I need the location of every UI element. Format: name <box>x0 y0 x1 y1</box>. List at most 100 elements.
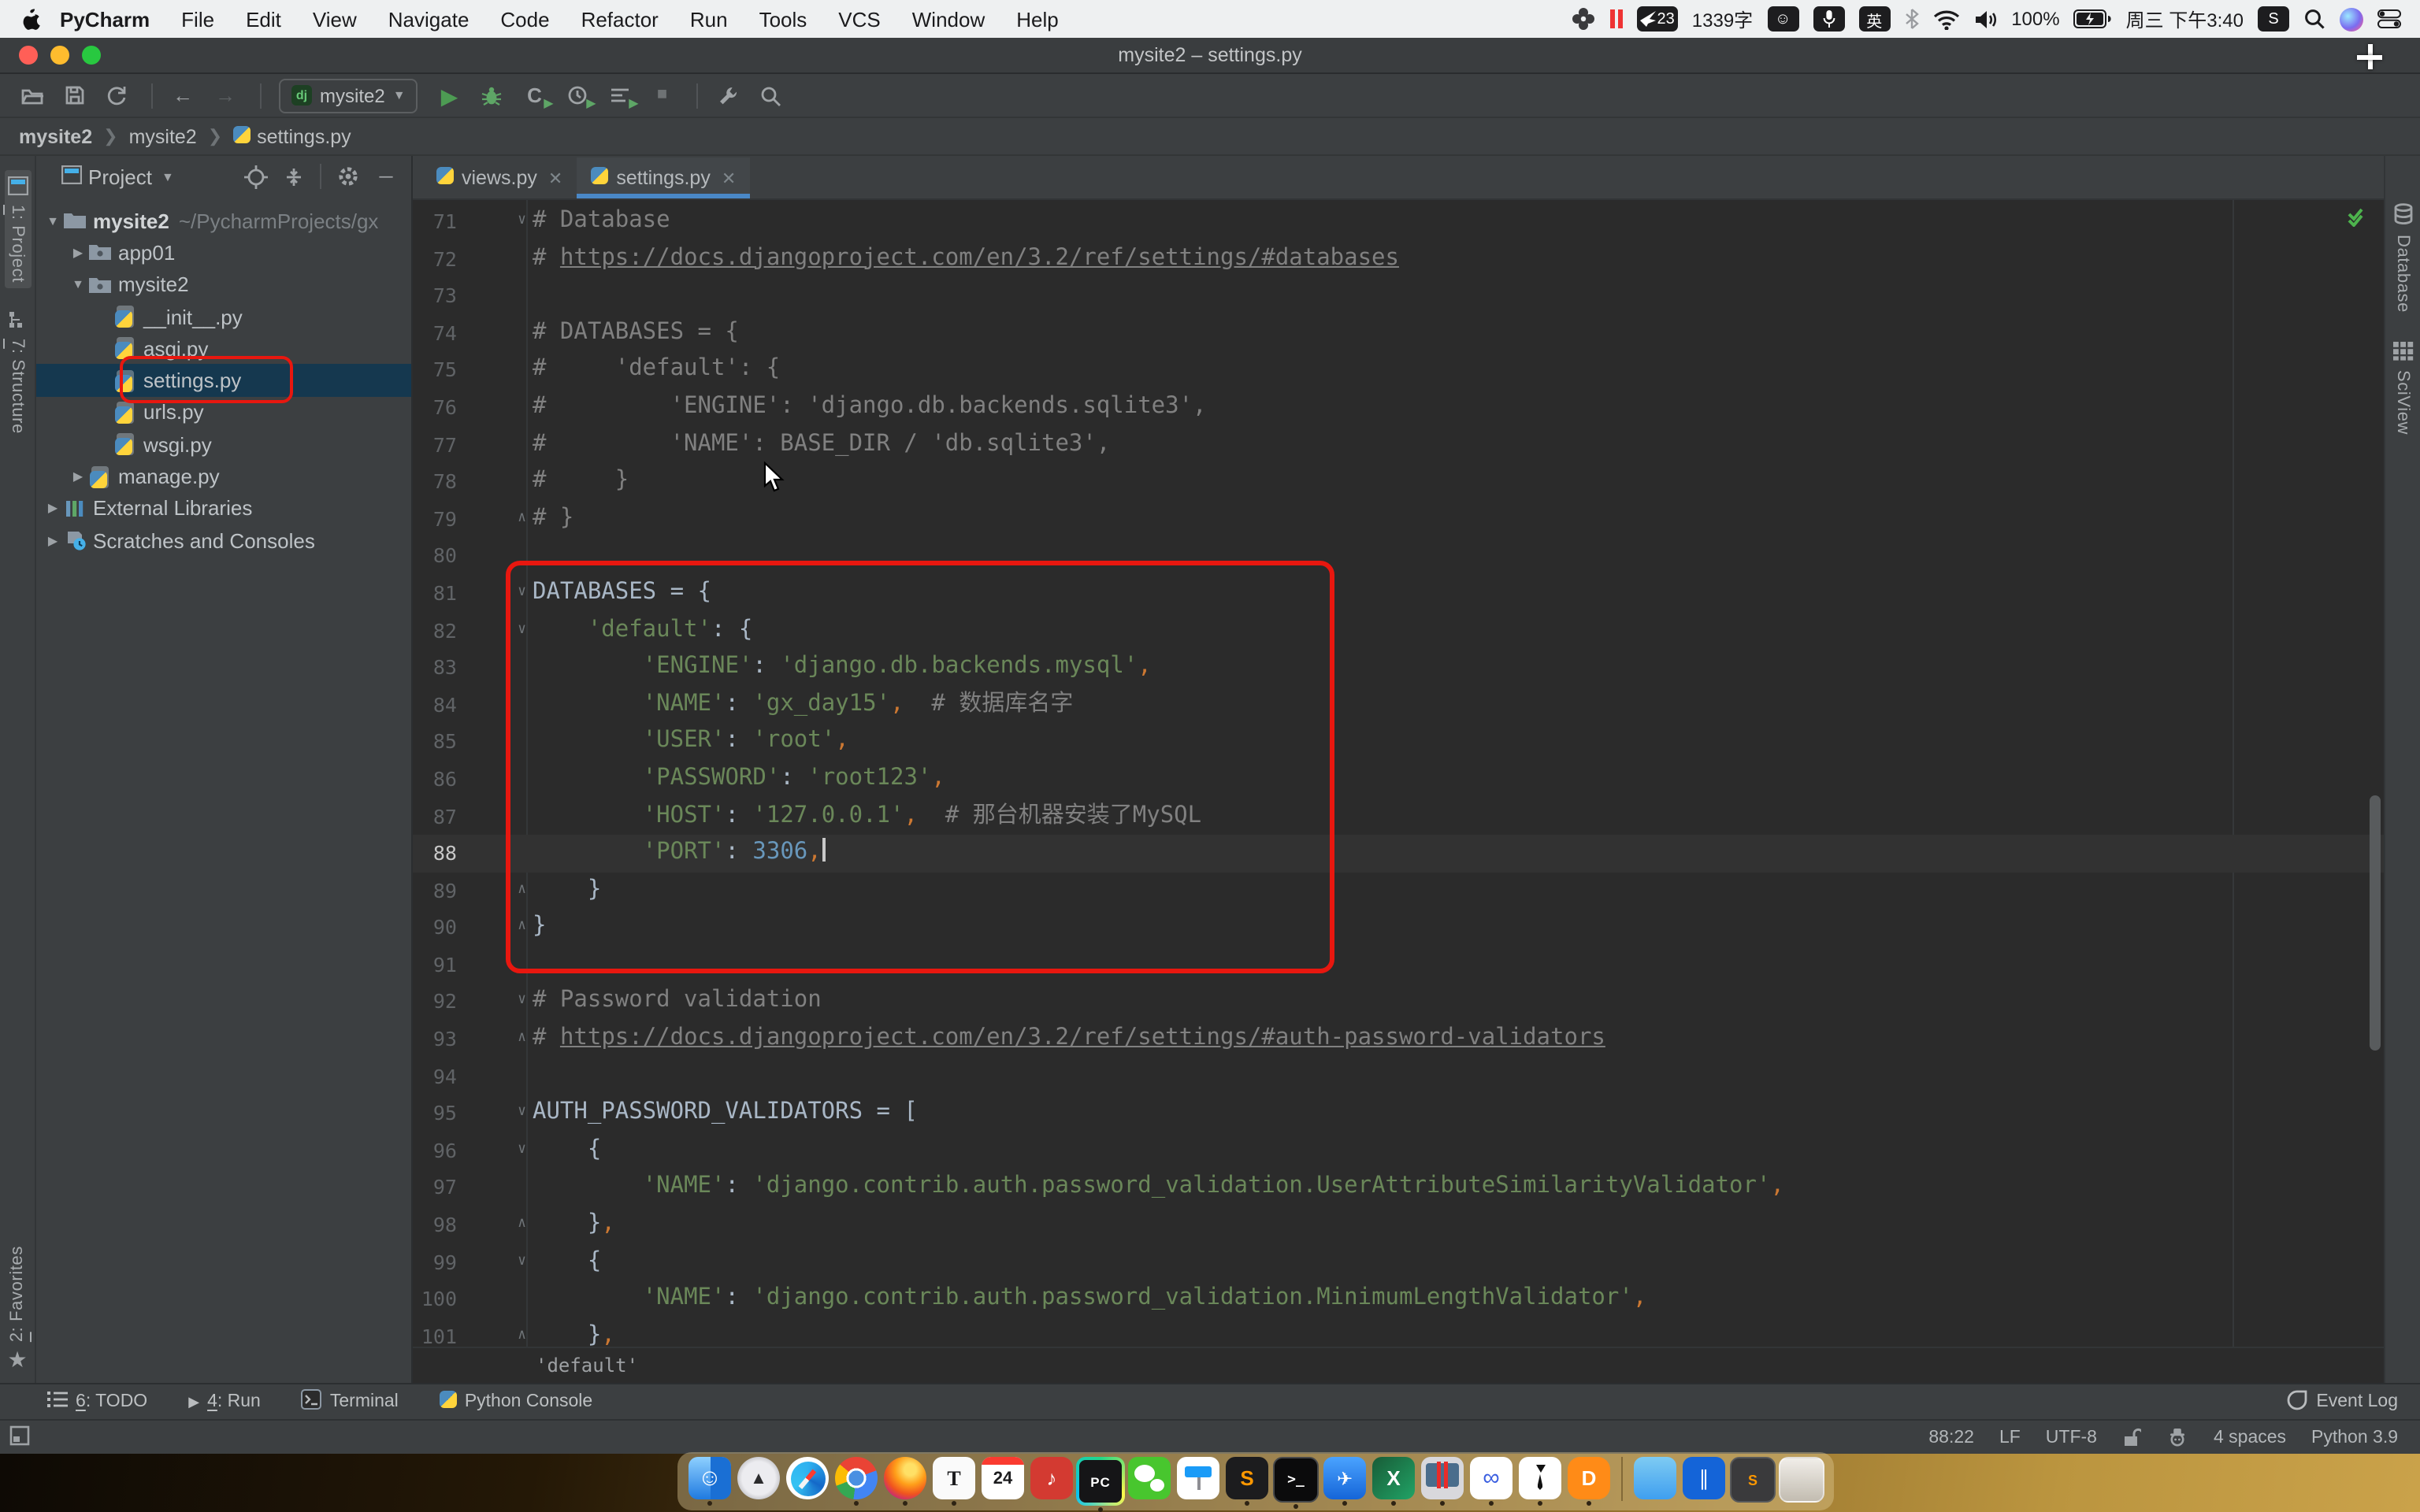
code-line-81[interactable]: 81∨DATABASES = { <box>413 575 2384 612</box>
fold-marker-icon[interactable]: ∨ <box>457 1095 533 1132</box>
chevron-right-icon[interactable]: ▶ <box>43 502 63 516</box>
tree-item-external-libraries[interactable]: ▶External Libraries <box>36 492 411 524</box>
tree-item-mysite2[interactable]: ▼mysite2~/PycharmProjects/gx <box>36 205 411 237</box>
tool-strip-tab-project[interactable]: 1: Project <box>4 170 31 289</box>
tree-item-mysite2[interactable]: ▼mysite2 <box>36 269 411 301</box>
inspections-ok-icon[interactable] <box>2348 206 2371 235</box>
emoji-input-badge[interactable]: ☺ <box>1767 6 1798 32</box>
tool-window-button-todo[interactable]: 6: TODO <box>47 1391 147 1413</box>
breadcrumb-item[interactable]: mysite2 <box>129 125 197 147</box>
code-line-71[interactable]: 71∨# Database <box>413 203 2384 240</box>
back-button[interactable]: ← <box>164 80 202 111</box>
input-language-badge[interactable]: 英 <box>1858 6 1890 32</box>
breadcrumb-item[interactable]: mysite2 <box>19 125 92 147</box>
code-line-90[interactable]: 90∧} <box>413 910 2384 947</box>
concurrency-button[interactable]: ▶ <box>601 80 639 111</box>
dock-excel-icon[interactable]: X <box>1372 1457 1415 1499</box>
code-line-100[interactable]: 100 'NAME': 'django.contrib.auth.passwor… <box>413 1280 2384 1317</box>
fold-marker-icon[interactable]: ∧ <box>457 872 533 909</box>
spotlight-icon[interactable] <box>2303 8 2325 30</box>
fold-marker-icon[interactable]: ∧ <box>457 1318 533 1347</box>
tool-window-button-terminal[interactable]: Terminal <box>302 1389 399 1414</box>
lock-icon[interactable] <box>2122 1427 2141 1447</box>
menu-code[interactable]: Code <box>484 7 565 31</box>
editor-scrollbar[interactable] <box>2370 795 2381 1051</box>
dock-keynote-icon[interactable] <box>1177 1457 1219 1499</box>
editor-breadcrumb-item[interactable]: 'default' <box>536 1354 638 1377</box>
code-line-76[interactable]: 76# 'ENGINE': 'django.db.backends.sqlite… <box>413 389 2384 426</box>
code-line-74[interactable]: 74# DATABASES = { <box>413 315 2384 352</box>
code-line-72[interactable]: 72# https://docs.djangoproject.com/en/3.… <box>413 240 2384 277</box>
dock-documents-stack-icon[interactable] <box>1634 1457 1676 1499</box>
chevron-down-icon[interactable]: ▼ <box>43 213 63 228</box>
tree-item-scratches-and-consoles[interactable]: ▶Scratches and Consoles <box>36 524 411 557</box>
chevron-down-icon[interactable]: ▼ <box>161 169 174 183</box>
forward-button[interactable]: → <box>206 80 244 111</box>
collapse-all-button[interactable] <box>277 166 309 187</box>
menu-help[interactable]: Help <box>1000 7 1075 31</box>
wrench-button[interactable] <box>710 80 748 111</box>
code-line-83[interactable]: 83 'ENGINE': 'django.db.backends.mysql', <box>413 649 2384 686</box>
tree-item-settings-py[interactable]: settings.py <box>36 365 411 397</box>
close-tab-icon[interactable]: ✕ <box>548 168 562 188</box>
close-tab-icon[interactable]: ✕ <box>722 168 736 188</box>
dock-wechat-icon[interactable] <box>1128 1457 1171 1499</box>
siri-icon[interactable] <box>2340 7 2363 31</box>
dock-typora-icon[interactable]: T <box>933 1457 975 1499</box>
code-line-86[interactable]: 86 'PASSWORD': 'root123', <box>413 761 2384 798</box>
tree-item-wsgi-py[interactable]: wsgi.py <box>36 428 411 461</box>
dock-sublime-text-icon[interactable]: S <box>1226 1457 1268 1499</box>
chevron-down-icon[interactable]: ▼ <box>68 277 88 291</box>
dock-pycharm-icon[interactable]: PC <box>1076 1457 1125 1506</box>
code-line-94[interactable]: 94 <box>413 1058 2384 1095</box>
zoom-window-button[interactable] <box>82 46 101 65</box>
volume-icon[interactable] <box>1973 9 1997 29</box>
dock-safari-icon[interactable] <box>786 1457 829 1499</box>
save-button[interactable] <box>55 80 93 111</box>
code-line-92[interactable]: 92∨# Password validation <box>413 984 2384 1021</box>
code-line-84[interactable]: 84 'NAME': 'gx_day15', # 数据库名字 <box>413 686 2384 723</box>
chevron-right-icon[interactable]: ▶ <box>68 469 88 484</box>
tree-item-manage-py[interactable]: ▶manage.py <box>36 461 411 493</box>
chevron-right-icon[interactable]: ▶ <box>68 246 88 260</box>
pause-icon[interactable] <box>1610 9 1623 28</box>
run-configuration-select[interactable]: djmysite2▼ <box>279 78 418 113</box>
datetime[interactable]: 周三 下午3:40 <box>2126 6 2244 32</box>
debug-button[interactable] <box>473 80 511 111</box>
fold-marker-icon[interactable]: ∧ <box>457 910 533 947</box>
tool-window-button-event-log[interactable]: Event Log <box>2286 1388 2398 1415</box>
editor-breadcrumb-bar[interactable]: 'default' <box>413 1347 2384 1383</box>
dock-dedao-icon[interactable]: D <box>1568 1457 1610 1499</box>
sogou-badge[interactable]: S <box>2258 6 2289 32</box>
play-button[interactable]: ▶ <box>431 80 469 111</box>
indent-setting[interactable]: 4 spaces <box>2214 1428 2286 1447</box>
fold-marker-icon[interactable]: ∨ <box>457 575 533 612</box>
wifi-icon[interactable] <box>1932 9 1959 29</box>
tool-window-switcher-icon[interactable] <box>9 1425 30 1450</box>
panel-settings-button[interactable] <box>332 165 364 187</box>
bluetooth-icon[interactable] <box>1904 8 1918 30</box>
dock-chrome-icon[interactable] <box>835 1457 878 1499</box>
menu-run[interactable]: Run <box>674 7 744 31</box>
dock-calendar-icon[interactable]: 24 <box>982 1457 1024 1499</box>
dock-screen-recorder-icon[interactable] <box>1421 1457 1464 1499</box>
menu-view[interactable]: View <box>297 7 373 31</box>
code-line-93[interactable]: 93∧# https://docs.djangoproject.com/en/3… <box>413 1021 2384 1058</box>
menu-window[interactable]: Window <box>896 7 1001 31</box>
tool-strip-tab-database[interactable]: Database <box>2392 203 2413 313</box>
window-title-bar[interactable]: mysite2 – settings.py <box>0 38 2420 74</box>
menu-edit[interactable]: Edit <box>230 7 297 31</box>
sync-button[interactable] <box>98 80 135 111</box>
code-line-82[interactable]: 82∨ 'default': { <box>413 612 2384 649</box>
fold-marker-icon[interactable]: ∧ <box>457 1206 533 1243</box>
chevron-right-icon[interactable]: ▶ <box>43 533 63 547</box>
fold-marker-icon[interactable]: ∨ <box>457 612 533 649</box>
profile-button[interactable]: ▶ <box>559 80 596 111</box>
fold-marker-icon[interactable]: ∨ <box>457 203 533 240</box>
microphone-badge[interactable] <box>1813 6 1844 32</box>
open-button[interactable] <box>13 80 50 111</box>
tool-strip-tab-structure[interactable]: 7: Structure <box>7 311 28 435</box>
code-line-79[interactable]: 79∧# } <box>413 501 2384 538</box>
code-line-73[interactable]: 73 <box>413 277 2384 314</box>
fold-marker-icon[interactable]: ∨ <box>457 984 533 1021</box>
